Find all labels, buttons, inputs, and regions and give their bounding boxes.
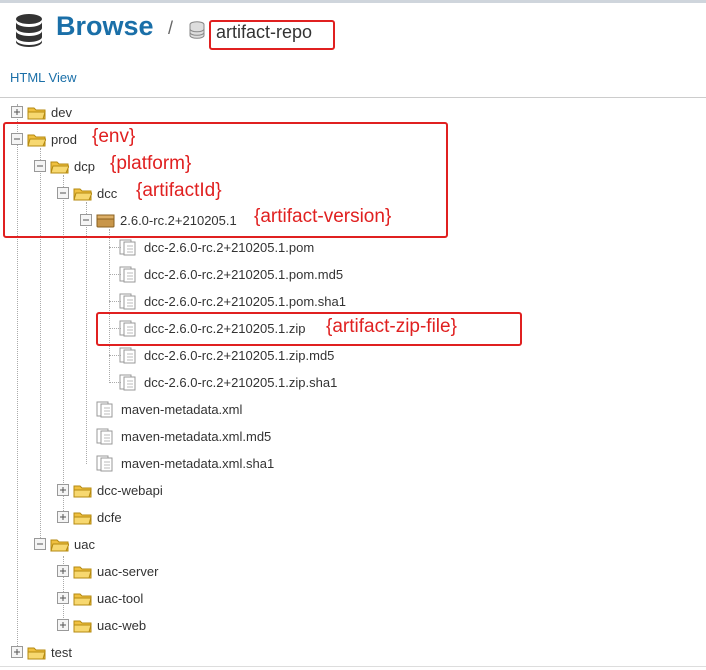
tree-node-dcfe[interactable]: dcfe	[57, 507, 122, 527]
tree-node-dcc-webapi[interactable]: dcc-webapi	[57, 480, 163, 500]
tree-node-label[interactable]: dcc-2.6.0-rc.2+210205.1.zip.md5	[144, 348, 334, 363]
expand-icon[interactable]	[57, 484, 69, 496]
tree-node-dev[interactable]: dev	[11, 102, 72, 122]
file-icon	[119, 347, 139, 364]
folder-icon	[73, 564, 92, 579]
file-icon	[119, 374, 139, 391]
tree-node-file[interactable]: maven-metadata.xml.md5	[80, 426, 271, 446]
tree-node-uac-tool[interactable]: uac-tool	[57, 588, 143, 608]
tree-node-file[interactable]: dcc-2.6.0-rc.2+210205.1.pom.sha1	[103, 291, 346, 311]
annotation-box-zip	[96, 312, 522, 346]
tree-node-label[interactable]: dcc-2.6.0-rc.2+210205.1.zip.sha1	[144, 375, 337, 390]
folder-icon	[73, 510, 92, 525]
tree-node-label[interactable]: test	[51, 645, 72, 660]
folder-icon	[27, 105, 46, 120]
tree-node-file[interactable]: maven-metadata.xml.sha1	[80, 453, 274, 473]
annotation-platform: {platform}	[110, 153, 192, 174]
tree-node-label[interactable]: maven-metadata.xml.md5	[121, 429, 271, 444]
tree-node-label[interactable]: uac-tool	[97, 591, 143, 606]
expand-icon[interactable]	[57, 511, 69, 523]
expand-icon[interactable]	[11, 106, 23, 118]
tree-node-label[interactable]: dcfe	[97, 510, 122, 525]
tree-node-label[interactable]: dev	[51, 105, 72, 120]
annotation-artifact-version: {artifact-version}	[254, 206, 392, 227]
annotation-artifact-id: {artifactId}	[136, 180, 222, 201]
tree-node-file[interactable]: maven-metadata.xml	[80, 399, 242, 419]
folder-icon	[73, 618, 92, 633]
file-icon	[96, 401, 116, 418]
file-icon	[96, 428, 116, 445]
file-icon	[96, 455, 116, 472]
tree-node-uac[interactable]: uac	[34, 534, 95, 554]
tree-node-file[interactable]: dcc-2.6.0-rc.2+210205.1.zip.sha1	[103, 372, 337, 392]
folder-icon	[73, 591, 92, 606]
tree-node-label[interactable]: dcc-2.6.0-rc.2+210205.1.pom	[144, 240, 314, 255]
tree-node-label[interactable]: uac	[74, 537, 95, 552]
tree-node-label[interactable]: maven-metadata.xml.sha1	[121, 456, 274, 471]
expand-icon[interactable]	[57, 565, 69, 577]
annotation-artifact-zip-file: {artifact-zip-file}	[326, 316, 457, 337]
tree-node-label[interactable]: dcc-2.6.0-rc.2+210205.1.pom.sha1	[144, 294, 346, 309]
expand-icon[interactable]	[57, 619, 69, 631]
annotation-env: {env}	[92, 126, 136, 147]
tree-connector	[86, 202, 87, 464]
tree-node-file[interactable]: dcc-2.6.0-rc.2+210205.1.pom.md5	[103, 264, 343, 284]
file-icon	[119, 239, 139, 256]
folder-icon	[27, 645, 46, 660]
folder-icon	[73, 483, 92, 498]
file-icon	[119, 266, 139, 283]
file-icon	[119, 293, 139, 310]
tree-node-label[interactable]: maven-metadata.xml	[121, 402, 242, 417]
tree-node-uac-web[interactable]: uac-web	[57, 615, 146, 635]
collapse-icon[interactable]	[34, 538, 46, 550]
tree-node-test[interactable]: test	[11, 642, 72, 662]
annotation-box-repo	[209, 20, 335, 50]
tree-node-label[interactable]: dcc-2.6.0-rc.2+210205.1.pom.md5	[144, 267, 343, 282]
tree-node-label[interactable]: uac-server	[97, 564, 158, 579]
tree-node-file[interactable]: dcc-2.6.0-rc.2+210205.1.pom	[103, 237, 314, 257]
tree-node-file[interactable]: dcc-2.6.0-rc.2+210205.1.zip.md5	[103, 345, 334, 365]
open-folder-icon	[50, 537, 69, 552]
tree-node-label[interactable]: dcc-webapi	[97, 483, 163, 498]
expand-icon[interactable]	[11, 646, 23, 658]
expand-icon[interactable]	[57, 592, 69, 604]
tree-node-uac-server[interactable]: uac-server	[57, 561, 158, 581]
tree-node-label[interactable]: uac-web	[97, 618, 146, 633]
